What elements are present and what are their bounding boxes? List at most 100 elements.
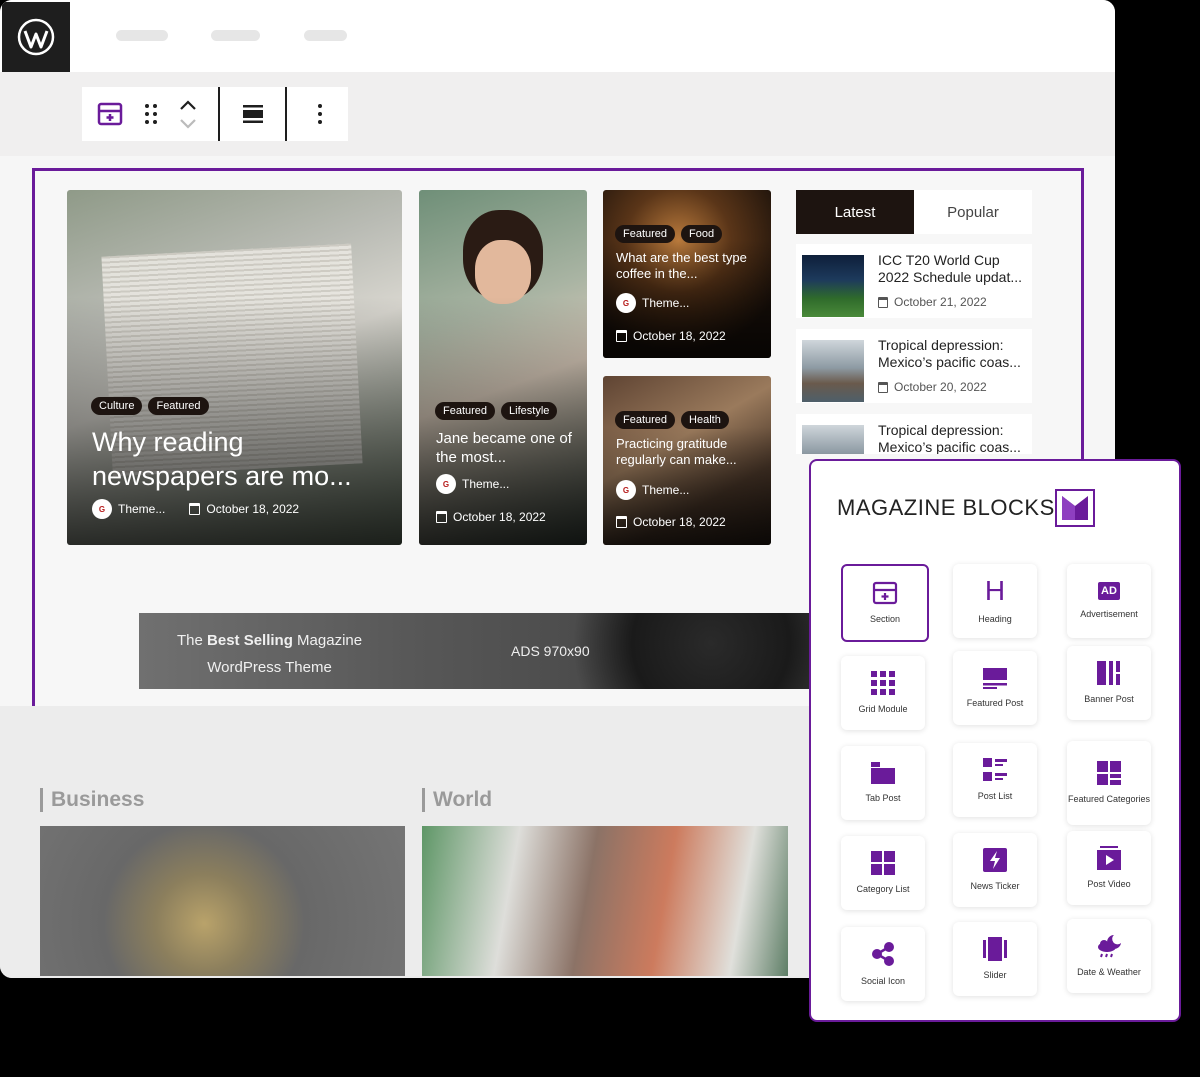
tag-badge[interactable]: Health xyxy=(681,411,729,429)
list-item[interactable]: Tropical depression: Mexico’s pacific co… xyxy=(796,329,1032,403)
magazine-blocks-logo-icon xyxy=(1055,489,1095,527)
card-meta: G Theme... xyxy=(616,293,689,313)
block-label: Post List xyxy=(977,790,1013,801)
world-image[interactable] xyxy=(422,826,788,976)
move-up-down-icon[interactable] xyxy=(174,87,202,141)
card-title[interactable]: Practicing gratitude regularly can make.… xyxy=(616,436,761,469)
block-label: Banner Post xyxy=(1084,693,1134,704)
banner-post-icon xyxy=(1097,660,1120,685)
post-thumbnail xyxy=(802,340,864,402)
block-featured-categories[interactable]: Featured Categories xyxy=(1067,741,1151,825)
heading-icon: H xyxy=(984,574,1006,606)
author-name[interactable]: Theme... xyxy=(118,502,165,516)
grid-icon xyxy=(871,670,895,695)
list-item[interactable]: ICC T20 World Cup 2022 Schedule updat...… xyxy=(796,244,1032,318)
news-ticker-icon xyxy=(983,847,1007,872)
post-date: October 18, 2022 xyxy=(206,502,300,516)
tag-badge[interactable]: Lifestyle xyxy=(501,402,558,420)
tag-badge[interactable]: Featured xyxy=(615,225,676,243)
featured-card[interactable]: Featured Health Practicing gratitude regu… xyxy=(603,376,771,545)
card-meta: G Theme... xyxy=(436,474,509,494)
block-social-icon[interactable]: Social Icon xyxy=(841,927,925,1001)
tag-badge[interactable]: Food xyxy=(681,225,723,243)
calendar-icon xyxy=(878,296,888,308)
card-title[interactable]: Jane became one of the most... xyxy=(436,430,576,468)
block-grid-module[interactable]: Grid Module xyxy=(841,656,925,730)
author-name[interactable]: Theme... xyxy=(642,483,689,497)
block-slider[interactable]: Slider xyxy=(953,922,1037,996)
ad-text: The xyxy=(177,632,208,649)
sidebar-tabs: Latest Popular xyxy=(796,190,1032,234)
social-icon xyxy=(872,941,894,966)
menu-placeholder[interactable] xyxy=(304,30,347,41)
post-video-icon xyxy=(1097,845,1121,870)
list-item-title[interactable]: ICC T20 World Cup 2022 Schedule updat... xyxy=(878,252,1028,286)
block-label: Tab Post xyxy=(865,792,901,803)
tag-badge[interactable]: Featured xyxy=(148,397,209,415)
author-avatar-icon: G xyxy=(436,474,456,494)
post-thumbnail xyxy=(802,425,864,454)
post-list-icon xyxy=(983,757,1007,781)
post-date: October 18, 2022 xyxy=(633,515,726,529)
category-heading-world[interactable]: World xyxy=(422,788,492,812)
advertisement-banner[interactable]: The Best Selling Magazine WordPress Them… xyxy=(139,613,839,689)
list-item[interactable]: Tropical depression: Mexico’s pacific co… xyxy=(796,414,1032,454)
calendar-icon xyxy=(436,511,447,523)
featured-card[interactable]: Featured Lifestyle Jane became one of the… xyxy=(419,190,587,545)
category-heading-business[interactable]: Business xyxy=(40,788,144,812)
block-banner-post[interactable]: Banner Post xyxy=(1067,646,1151,720)
featured-card[interactable]: Culture Featured Why reading newspapers a… xyxy=(67,190,402,545)
block-label: Featured Post xyxy=(966,697,1024,708)
block-featured-post[interactable]: Featured Post xyxy=(953,651,1037,725)
ad-tagline: The Best Selling Magazine WordPress Them… xyxy=(177,627,362,681)
author-name[interactable]: Theme... xyxy=(462,477,509,491)
block-date-weather[interactable]: Date & Weather xyxy=(1067,919,1151,993)
tag-badge[interactable]: Culture xyxy=(91,397,143,415)
block-section[interactable]: Section xyxy=(841,564,929,642)
menu-placeholder[interactable] xyxy=(211,30,260,41)
tag-badge[interactable]: Featured xyxy=(615,411,676,429)
card-tags: Featured Health xyxy=(615,410,735,429)
category-list-icon xyxy=(871,850,895,875)
post-date: October 21, 2022 xyxy=(894,295,987,309)
featured-card[interactable]: Featured Food What are the best type coff… xyxy=(603,190,771,358)
block-post-video[interactable]: Post Video xyxy=(1067,831,1151,905)
section-block-icon[interactable] xyxy=(92,87,128,141)
card-meta: October 18, 2022 xyxy=(436,510,546,524)
menu-placeholder[interactable] xyxy=(116,30,168,41)
tag-badge[interactable]: Featured xyxy=(435,402,496,420)
post-date: October 20, 2022 xyxy=(894,380,987,394)
tab-post-icon xyxy=(871,761,895,784)
card-meta: October 18, 2022 xyxy=(616,515,726,529)
card-title[interactable]: What are the best type coffee in the... xyxy=(616,250,761,283)
align-icon[interactable] xyxy=(232,87,274,141)
block-tab-post[interactable]: Tab Post xyxy=(841,746,925,820)
calendar-icon xyxy=(616,330,627,342)
author-name[interactable]: Theme... xyxy=(642,296,689,310)
toolbar-divider xyxy=(218,87,220,141)
block-advertisement[interactable]: AD Advertisement xyxy=(1067,564,1151,638)
calendar-icon xyxy=(189,503,201,515)
card-meta: October 18, 2022 xyxy=(616,329,726,343)
calendar-icon xyxy=(878,381,888,393)
calendar-icon xyxy=(616,516,627,528)
more-options-icon[interactable] xyxy=(304,87,336,141)
block-label: Post Video xyxy=(1087,878,1131,889)
block-news-ticker[interactable]: News Ticker xyxy=(953,833,1037,907)
card-meta: G Theme... xyxy=(616,480,689,500)
wordpress-logo-icon[interactable] xyxy=(2,2,70,72)
tab-popular[interactable]: Popular xyxy=(914,190,1032,234)
card-title[interactable]: Why reading newspapers are mo... xyxy=(92,426,382,494)
list-item-title[interactable]: Tropical depression: Mexico’s pacific co… xyxy=(878,337,1028,371)
drag-handle-icon[interactable] xyxy=(138,87,164,141)
block-label: Date & Weather xyxy=(1077,966,1141,977)
tab-latest[interactable]: Latest xyxy=(796,190,914,234)
block-category-list[interactable]: Category List xyxy=(841,836,925,910)
author-avatar-icon: G xyxy=(616,480,636,500)
section-icon xyxy=(872,581,898,604)
featured-post-icon xyxy=(983,667,1007,689)
block-heading[interactable]: H Heading xyxy=(953,564,1037,638)
block-post-list[interactable]: Post List xyxy=(953,743,1037,817)
business-image[interactable] xyxy=(40,826,405,976)
list-item-title[interactable]: Tropical depression: Mexico’s pacific co… xyxy=(878,422,1028,454)
